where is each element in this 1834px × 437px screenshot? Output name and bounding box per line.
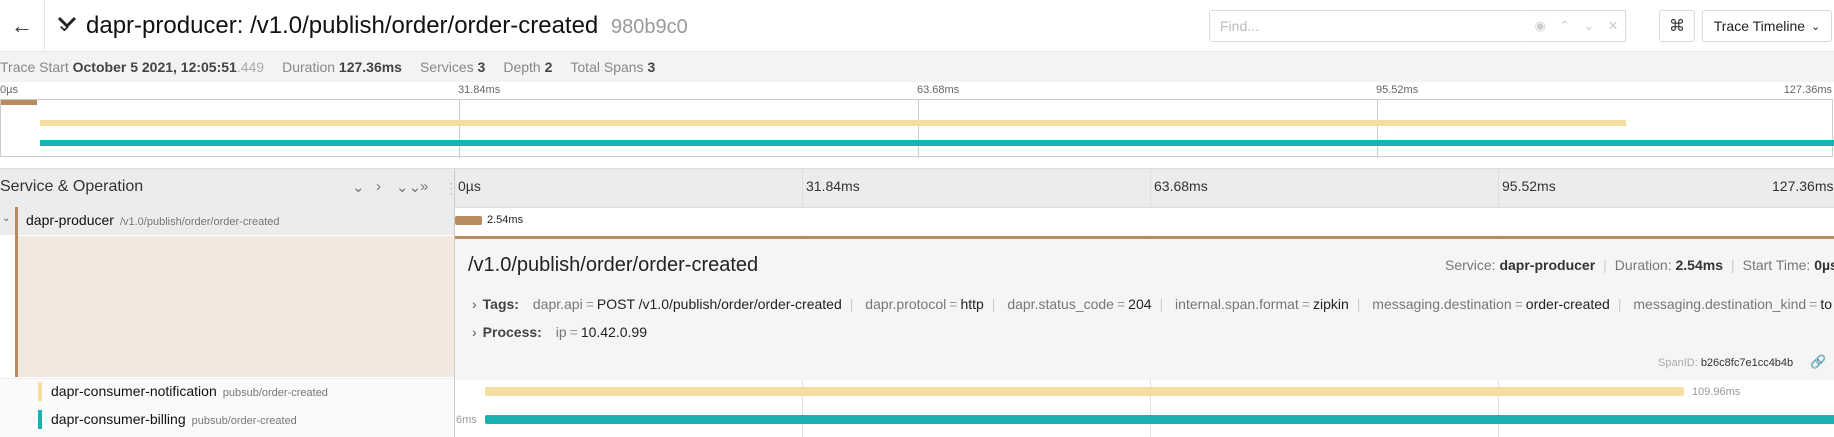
find-input[interactable] — [1210, 11, 1530, 41]
minimap-tick: 0µs — [0, 84, 18, 96]
span-label[interactable]: dapr-consumer-notification pubsub/order-c… — [51, 383, 328, 401]
minimap-span-producer — [1, 100, 37, 105]
meta-depth: Depth 2 — [503, 59, 553, 75]
trace-id: 980b9c0 — [610, 16, 688, 38]
timeline-tick: 63.68ms — [1154, 178, 1208, 194]
span-duration-label: 109.96ms — [1692, 386, 1741, 398]
minimap[interactable] — [0, 99, 1834, 158]
expand-one-icon[interactable]: › — [376, 178, 381, 195]
expand-process-icon[interactable]: › — [472, 324, 477, 340]
timeline-header — [0, 168, 1834, 208]
span-bar-producer[interactable] — [455, 216, 482, 225]
span-label[interactable]: dapr-producer/v1.0/publish/order/order-c… — [26, 212, 280, 230]
next-result-icon[interactable]: ⌄ — [1583, 18, 1594, 34]
tag: dapr.status_code = 204 — [1007, 296, 1152, 312]
tag: messaging.destination_kind=top… — [1633, 296, 1832, 312]
expand-all-icon[interactable]: » — [420, 178, 428, 195]
span-bar-notification[interactable] — [485, 387, 1684, 396]
minimap-ticks: 0µs 31.84ms 63.68ms 95.52ms 127.36ms — [0, 83, 1834, 99]
span-bar-billing[interactable] — [485, 415, 1834, 424]
service-operation-heading: Service & Operation — [0, 178, 144, 195]
timeline-tick: 0µs — [458, 178, 481, 194]
timeline-row-producer[interactable] — [455, 208, 1834, 235]
process-row[interactable]: › Process: ip = 10.42.0.99 — [472, 324, 647, 340]
find-field[interactable] — [1209, 10, 1530, 42]
detail-left-panel — [18, 236, 454, 377]
tag: messaging.destination = order-created — [1372, 296, 1610, 312]
meta-start: Trace Start October 5 2021, 12:05:51.449 — [0, 59, 265, 75]
collapse-all-icon[interactable]: ⌄⌄ — [396, 178, 421, 196]
row-collapse-icon[interactable]: ⌄ — [2, 213, 10, 224]
view-label: Trace Timeline — [1713, 18, 1806, 34]
timeline-tick: 127.36ms — [1772, 178, 1834, 194]
find-controls: ◉ ⌃ ⌄ ✕ — [1528, 10, 1626, 42]
span-duration-label: 2.54ms — [487, 214, 524, 226]
detail-title: /v1.0/publish/order/order-created — [468, 254, 759, 276]
clear-search-icon[interactable]: ✕ — [1607, 18, 1618, 34]
detail-summary: Service: dapr-producer | Duration: 2.54ms |… — [1445, 257, 1834, 273]
prev-result-icon[interactable]: ⌃ — [1559, 18, 1570, 34]
trace-meta: Trace Start October 5 2021, 12:05:51.449… — [0, 52, 1834, 82]
minimap-tick: 127.36ms — [1783, 84, 1832, 96]
column-resize-handle[interactable]: ⋮ — [444, 180, 458, 197]
meta-services: Services 3 — [419, 59, 486, 75]
process-tag: ip = 10.42.0.99 — [555, 324, 647, 340]
minimap-span-notification — [40, 120, 1626, 126]
back-arrow-icon[interactable]: ← — [0, 0, 45, 51]
span-label[interactable]: dapr-consumer-billing pubsub/order-create… — [51, 411, 297, 429]
service-color-bar — [38, 410, 42, 429]
timeline-tick: 31.84ms — [806, 178, 860, 194]
tag: internal.span.format = zipkin — [1175, 296, 1349, 312]
trace-title: dapr-producer: /v1.0/publish/order/order… — [86, 12, 688, 40]
copy-link-icon[interactable]: 🔗 — [1810, 354, 1826, 370]
minimap-span-billing — [40, 140, 1834, 146]
expand-tags-icon[interactable]: › — [472, 296, 477, 312]
tags-row[interactable]: › Tags: dapr.api = POST /v1.0/publish/order… — [472, 296, 1832, 312]
minimap-tick: 63.68ms — [917, 84, 960, 96]
title-service: dapr-producer: — [86, 12, 244, 39]
locate-icon[interactable]: ◉ — [1535, 18, 1546, 34]
chevron-down-icon: ⌄ — [1811, 20, 1821, 33]
span-duration-label: 6ms — [456, 414, 477, 426]
view-selector[interactable]: Trace Timeline ⌄ — [1702, 10, 1832, 42]
meta-duration: Duration 127.36ms — [282, 59, 402, 75]
tag: dapr.api = POST /v1.0/publish/order/order-… — [532, 296, 842, 312]
title-chevron-icon[interactable] — [56, 8, 78, 44]
meta-total-spans: Total Spans 3 — [570, 59, 656, 75]
keyboard-shortcuts-icon[interactable]: ⌘ — [1659, 10, 1695, 42]
tag: dapr.protocol = http — [865, 296, 984, 312]
timeline-tick: 95.52ms — [1502, 178, 1556, 194]
title-operation: /v1.0/publish/order/order-created — [250, 12, 599, 39]
minimap-tick: 31.84ms — [458, 84, 501, 96]
service-color-bar — [38, 382, 42, 401]
span-id: SpanID: b26c8fc7e1cc4b4b — [1658, 357, 1794, 369]
collapse-one-icon[interactable]: ⌄ — [352, 178, 365, 196]
minimap-tick: 95.52ms — [1376, 84, 1419, 96]
